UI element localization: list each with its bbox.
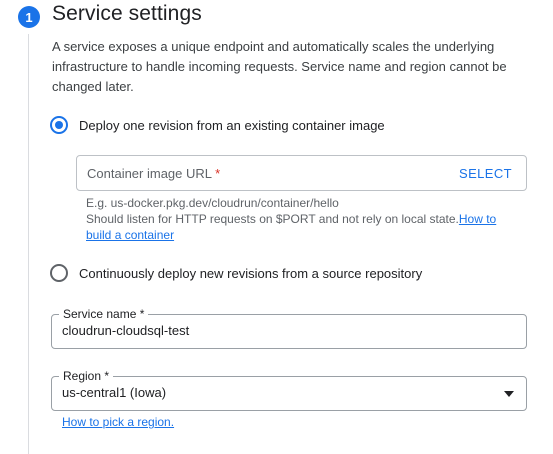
container-image-hint-text: Should listen for HTTP requests on $PORT… bbox=[86, 212, 497, 242]
container-image-example: E.g. us-docker.pkg.dev/cloudrun/containe… bbox=[86, 196, 339, 210]
chevron-down-icon[interactable] bbox=[504, 391, 514, 397]
region-selected-value: us-central1 (Iowa) bbox=[62, 385, 167, 400]
step-connector-line bbox=[28, 34, 29, 454]
region-select[interactable]: Region * us-central1 (Iowa) bbox=[51, 368, 527, 411]
container-image-hint: E.g. us-docker.pkg.dev/cloudrun/containe… bbox=[86, 195, 506, 243]
deploy-existing-image-radio[interactable] bbox=[50, 116, 68, 134]
step-number-badge: 1 bbox=[18, 6, 40, 28]
service-name-input[interactable]: cloudrun-cloudsql-test bbox=[62, 323, 189, 338]
section-description: A service exposes a unique endpoint and … bbox=[52, 39, 507, 94]
container-image-url-placeholder: Container image URL * bbox=[87, 165, 221, 181]
select-image-button[interactable]: SELECT bbox=[459, 166, 512, 181]
container-image-url-field[interactable]: Container image URL * SELECT bbox=[76, 155, 527, 191]
required-asterisk: * bbox=[215, 165, 221, 181]
service-name-label: Service name * bbox=[59, 306, 149, 322]
deploy-existing-image-option[interactable]: Deploy one revision from an existing con… bbox=[50, 116, 385, 134]
how-to-pick-region-link[interactable]: How to pick a region. bbox=[62, 415, 174, 429]
deploy-existing-image-label: Deploy one revision from an existing con… bbox=[79, 117, 385, 133]
deploy-source-repo-label: Continuously deploy new revisions from a… bbox=[79, 265, 423, 281]
service-name-field[interactable]: Service name * cloudrun-cloudsql-test bbox=[51, 306, 527, 349]
deploy-source-repo-option[interactable]: Continuously deploy new revisions from a… bbox=[50, 264, 422, 282]
region-label: Region * bbox=[59, 368, 114, 384]
deploy-source-repo-radio[interactable] bbox=[50, 264, 68, 282]
section-title: Service settings bbox=[52, 2, 202, 25]
